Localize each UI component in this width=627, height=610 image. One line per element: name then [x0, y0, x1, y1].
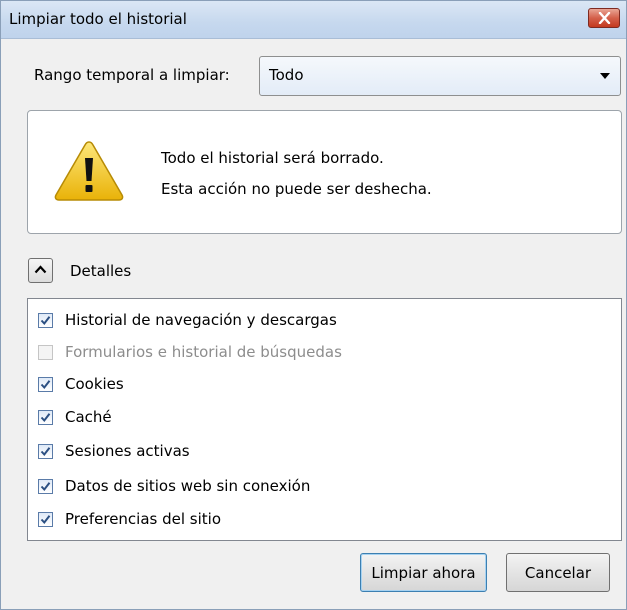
checkbox-forms-search	[38, 345, 53, 360]
item-label: Formularios e historial de búsquedas	[65, 343, 342, 361]
details-toggle-button[interactable]	[28, 258, 53, 283]
time-range-value: Todo	[269, 66, 304, 84]
checkmark-icon	[40, 515, 51, 525]
history-items-list: Historial de navegación y descargas Form…	[27, 298, 622, 541]
window-title: Limpiar todo el historial	[9, 10, 187, 28]
clear-history-dialog: Limpiar todo el historial Rango temporal…	[0, 0, 627, 610]
close-button[interactable]	[588, 8, 620, 28]
checkmark-icon	[40, 380, 51, 390]
checkmark-icon	[40, 316, 51, 326]
item-label: Preferencias del sitio	[65, 510, 222, 528]
item-label: Caché	[65, 408, 112, 426]
chevron-down-icon	[600, 73, 610, 79]
warning-icon	[54, 141, 124, 201]
checkbox-active-sessions[interactable]	[38, 444, 53, 459]
checkbox-cookies[interactable]	[38, 377, 53, 392]
checkmark-icon	[40, 447, 51, 457]
cancel-button[interactable]: Cancelar	[506, 553, 610, 592]
warning-irreversible-message: Esta acción no puede ser deshecha.	[161, 180, 432, 198]
item-label: Sesiones activas	[65, 442, 190, 460]
chevron-up-icon	[34, 265, 47, 274]
time-range-select[interactable]: Todo	[259, 56, 621, 96]
item-label: Cookies	[65, 375, 124, 393]
details-label[interactable]: Detalles	[70, 262, 131, 280]
checkbox-offline-data[interactable]	[38, 479, 53, 494]
warning-message: Todo el historial será borrado.	[161, 149, 384, 167]
time-range-label: Rango temporal a limpiar:	[34, 66, 230, 84]
item-label: Historial de navegación y descargas	[65, 311, 337, 329]
item-label: Datos de sitios web sin conexión	[65, 477, 311, 495]
title-bar: Limpiar todo el historial	[1, 1, 626, 39]
checkbox-cache[interactable]	[38, 410, 53, 425]
checkmark-icon	[40, 413, 51, 423]
warning-panel: Todo el historial será borrado. Esta acc…	[27, 110, 622, 234]
checkbox-browsing-downloads[interactable]	[38, 313, 53, 328]
checkbox-site-preferences[interactable]	[38, 512, 53, 527]
checkmark-icon	[40, 482, 51, 492]
close-icon	[598, 12, 611, 24]
clear-now-button[interactable]: Limpiar ahora	[360, 553, 487, 592]
